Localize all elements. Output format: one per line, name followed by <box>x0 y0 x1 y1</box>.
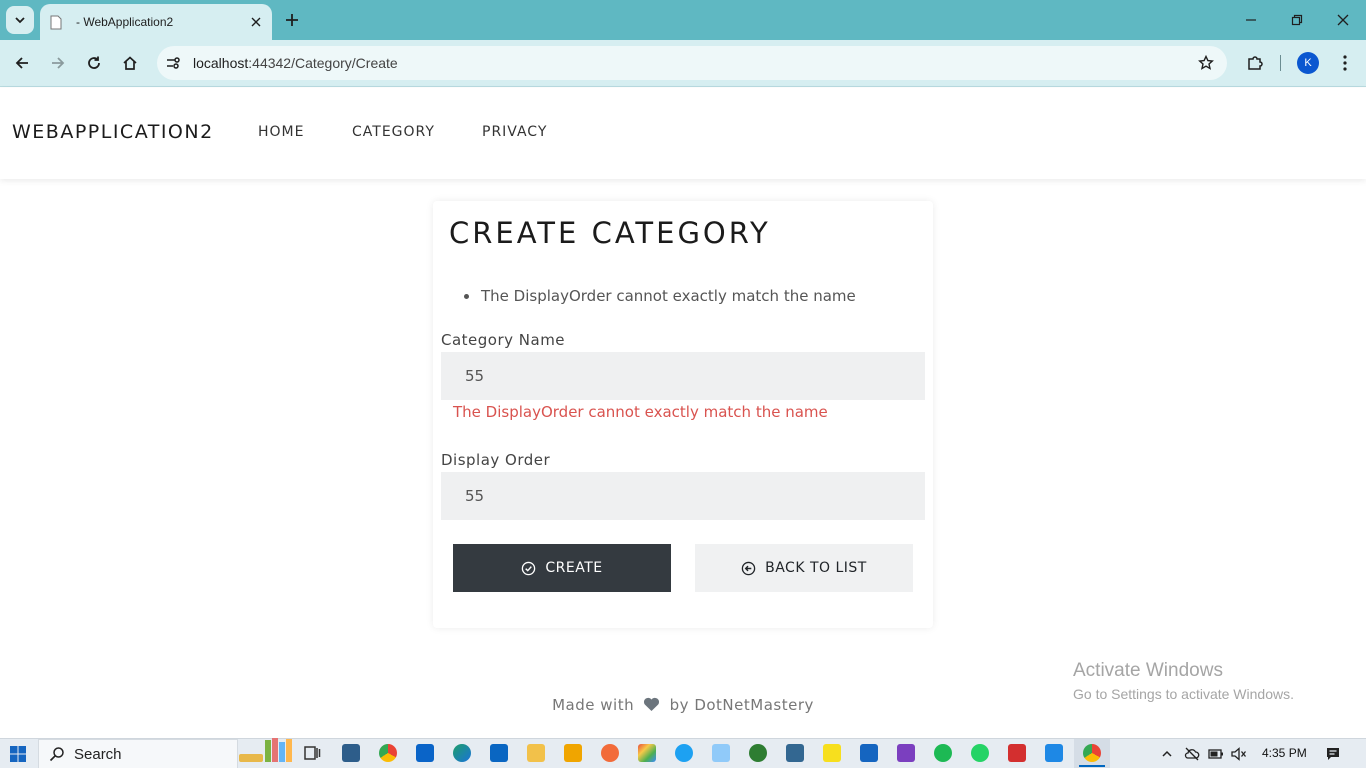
reload-button[interactable] <box>81 50 107 76</box>
store-icon[interactable] <box>564 744 582 762</box>
nav-link-privacy[interactable]: PRIVACY <box>482 124 547 140</box>
terminal-icon[interactable] <box>860 744 878 762</box>
arrow-right-icon <box>52 57 65 69</box>
skype-icon[interactable] <box>675 744 693 762</box>
browser-tab[interactable]: - WebApplication2 <box>40 4 272 40</box>
git-icon[interactable] <box>638 744 656 762</box>
back-button-label: BACK TO LIST <box>765 560 867 576</box>
outlook-icon[interactable] <box>416 744 434 762</box>
home-button[interactable] <box>117 50 143 76</box>
task-view-icon[interactable] <box>303 744 321 762</box>
windows-taskbar: Search 4:35 PM <box>0 738 1366 768</box>
browser-menu-button[interactable] <box>1332 50 1358 76</box>
speaker-muted-icon[interactable] <box>1231 746 1247 762</box>
display-order-input[interactable] <box>441 472 925 520</box>
whatsapp-icon[interactable] <box>971 744 989 762</box>
site-brand[interactable]: WEBAPPLICATION2 <box>12 121 214 143</box>
taskbar-app-1-icon[interactable] <box>342 744 360 762</box>
nav-link-category[interactable]: CATEGORY <box>352 124 435 140</box>
acrobat-icon[interactable] <box>1008 744 1026 762</box>
windows-start-icon[interactable] <box>10 746 26 762</box>
site-info-icon[interactable] <box>160 50 186 76</box>
url-host: localhost <box>193 55 249 71</box>
arrow-left-circle-icon <box>741 560 757 576</box>
check-circle-icon <box>521 560 537 576</box>
url-path: :44342/Category/Create <box>248 55 398 71</box>
restore-button[interactable] <box>1285 8 1309 32</box>
edge-icon[interactable] <box>453 744 471 762</box>
category-name-input[interactable] <box>441 352 925 400</box>
display-order-label: Display Order <box>441 451 551 469</box>
restore-icon <box>1291 14 1303 26</box>
linkedin-icon[interactable] <box>490 744 508 762</box>
more-vertical-icon <box>1343 55 1347 71</box>
chrome-icon[interactable] <box>379 744 397 762</box>
cloud-offline-icon[interactable] <box>1184 746 1200 762</box>
photos-icon[interactable] <box>1045 744 1063 762</box>
mongodb-icon[interactable] <box>749 744 767 762</box>
site-footer: Made with by DotNetMastery <box>0 696 1366 714</box>
arrow-left-icon <box>15 57 28 69</box>
editor-icon[interactable] <box>823 744 841 762</box>
notification-icon[interactable] <box>1325 746 1341 762</box>
page-title: CREATE CATEGORY <box>449 216 771 250</box>
create-button-label: CREATE <box>545 560 603 576</box>
validation-summary: The DisplayOrder cannot exactly match th… <box>463 287 856 305</box>
page-icon <box>50 14 64 30</box>
postgres-icon[interactable] <box>786 744 804 762</box>
extensions-button[interactable] <box>1242 50 1268 76</box>
back-to-list-button[interactable]: BACK TO LIST <box>695 544 913 592</box>
chevron-up-icon[interactable] <box>1159 746 1175 762</box>
search-icon <box>49 747 64 762</box>
close-window-button[interactable] <box>1331 8 1355 32</box>
toolbar-divider <box>1280 55 1281 71</box>
create-category-card: CREATE CATEGORY The DisplayOrder cannot … <box>433 201 933 628</box>
chevron-down-icon <box>15 17 25 24</box>
category-name-label: Category Name <box>441 331 566 349</box>
heart-icon <box>643 697 660 712</box>
minimize-icon <box>1246 19 1256 21</box>
footer-text-after: by DotNetMastery <box>669 696 814 714</box>
bookmark-star-icon[interactable] <box>1193 50 1219 76</box>
folder-icon[interactable] <box>527 744 545 762</box>
forward-button[interactable] <box>45 50 71 76</box>
taskbar-clock[interactable]: 4:35 PM <box>1262 746 1307 760</box>
category-name-error: The DisplayOrder cannot exactly match th… <box>453 403 828 421</box>
watermark-title: Activate Windows <box>1073 660 1223 681</box>
chrome-active-icon[interactable] <box>1079 744 1105 767</box>
new-tab-button[interactable] <box>280 8 304 32</box>
notepad-icon[interactable] <box>712 744 730 762</box>
url-text[interactable]: localhost:44342/Category/Create <box>193 55 1193 71</box>
close-icon <box>1337 14 1349 26</box>
visual-studio-icon[interactable] <box>897 744 915 762</box>
validation-summary-item: The DisplayOrder cannot exactly match th… <box>463 287 856 305</box>
site-navbar: WEBAPPLICATION2 HOME CATEGORY PRIVACY <box>0 88 1366 179</box>
footer-text-before: Made with <box>552 696 635 714</box>
spotify-icon[interactable] <box>934 744 952 762</box>
minimize-button[interactable] <box>1239 8 1263 32</box>
back-button[interactable] <box>9 50 35 76</box>
nav-link-home[interactable]: HOME <box>258 124 304 140</box>
search-label: Search <box>74 745 122 763</box>
tab-title: - WebApplication2 <box>76 15 174 29</box>
reload-icon <box>88 56 100 69</box>
taskbar-app-2-icon[interactable] <box>601 744 619 762</box>
battery-icon[interactable] <box>1208 746 1224 762</box>
taskbar-search[interactable]: Search <box>38 738 292 768</box>
plus-icon <box>286 14 298 26</box>
address-bar[interactable]: localhost:44342/Category/Create <box>157 46 1227 80</box>
create-button[interactable]: CREATE <box>453 544 671 592</box>
browser-toolbar: localhost:44342/Category/Create K <box>0 40 1366 87</box>
close-tab-icon[interactable] <box>246 12 266 32</box>
profile-avatar[interactable]: K <box>1297 52 1319 74</box>
home-icon <box>123 56 137 70</box>
puzzle-icon <box>1248 56 1263 70</box>
books-icon <box>239 738 292 762</box>
browser-tab-bar: - WebApplication2 <box>0 0 1366 40</box>
tab-search-button[interactable] <box>6 6 34 34</box>
